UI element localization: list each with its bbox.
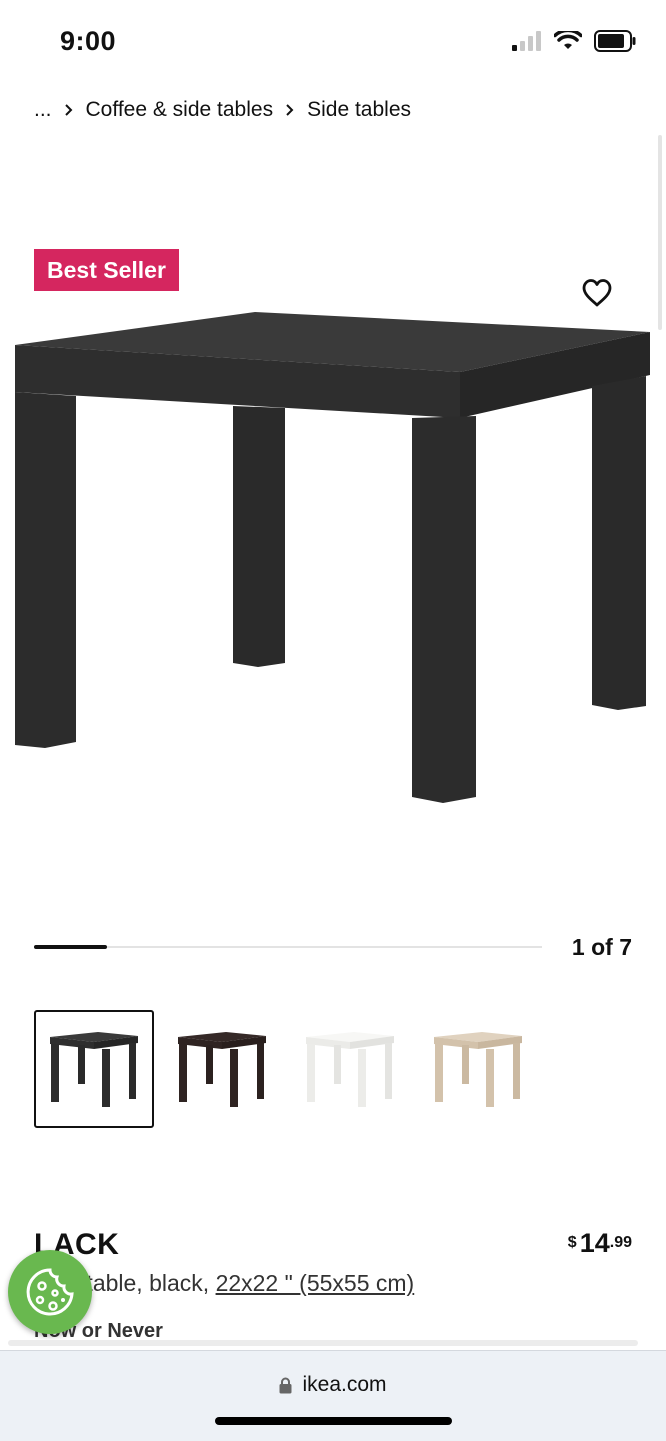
status-bar: 9:00 (0, 0, 666, 86)
browser-address-bar: ikea.com (0, 1350, 666, 1441)
battery-icon (594, 30, 636, 52)
thumbnail-image (434, 1032, 522, 1107)
thumbnail-image (178, 1032, 266, 1107)
breadcrumb-side-tables[interactable]: Side tables (307, 98, 411, 122)
cookie-icon (26, 1268, 74, 1316)
breadcrumb-ellipsis[interactable]: ... (34, 98, 52, 122)
best-seller-badge: Best Seller (34, 249, 179, 291)
chevron-right-icon (64, 103, 74, 117)
gallery-progress-bar (34, 945, 542, 949)
product-image[interactable] (0, 300, 666, 820)
price-integer: 14 (579, 1228, 610, 1258)
chevron-right-icon (285, 103, 295, 117)
wifi-icon (554, 31, 582, 49)
lock-icon (279, 1377, 292, 1393)
thumbnail-black-brown[interactable] (162, 1010, 282, 1128)
breadcrumb-coffee-side-tables[interactable]: Coffee & side tables (86, 98, 274, 122)
status-icons (512, 30, 636, 52)
thumbnail-white[interactable] (290, 1010, 410, 1128)
gallery-progress-fill (34, 945, 107, 949)
gallery-counter: 1 of 7 (571, 934, 632, 960)
cookie-settings-button[interactable] (8, 1250, 92, 1334)
thumbnail-strip (34, 1010, 538, 1128)
product-price: $ 14 .99 (568, 1228, 632, 1259)
thumbnail-image (50, 1032, 138, 1107)
price-currency: $ (567, 1234, 577, 1251)
thumbnail-black[interactable] (34, 1010, 154, 1128)
url-field[interactable]: ikea.com (0, 1373, 666, 1397)
price-decimal: .99 (609, 1234, 632, 1251)
thumbnail-image (306, 1032, 394, 1107)
status-time: 9:00 (60, 26, 117, 56)
product-dimensions-link[interactable]: 22x22 " (55x55 cm) (216, 1270, 415, 1296)
horizontal-scrollbar[interactable] (8, 1340, 638, 1346)
home-indicator[interactable] (215, 1417, 452, 1425)
thumbnail-white-stained-oak[interactable] (418, 1010, 538, 1128)
url-text: ikea.com (302, 1373, 387, 1396)
cellular-signal-icon (512, 31, 541, 51)
breadcrumb: ... Coffee & side tables Side tables (34, 98, 411, 122)
